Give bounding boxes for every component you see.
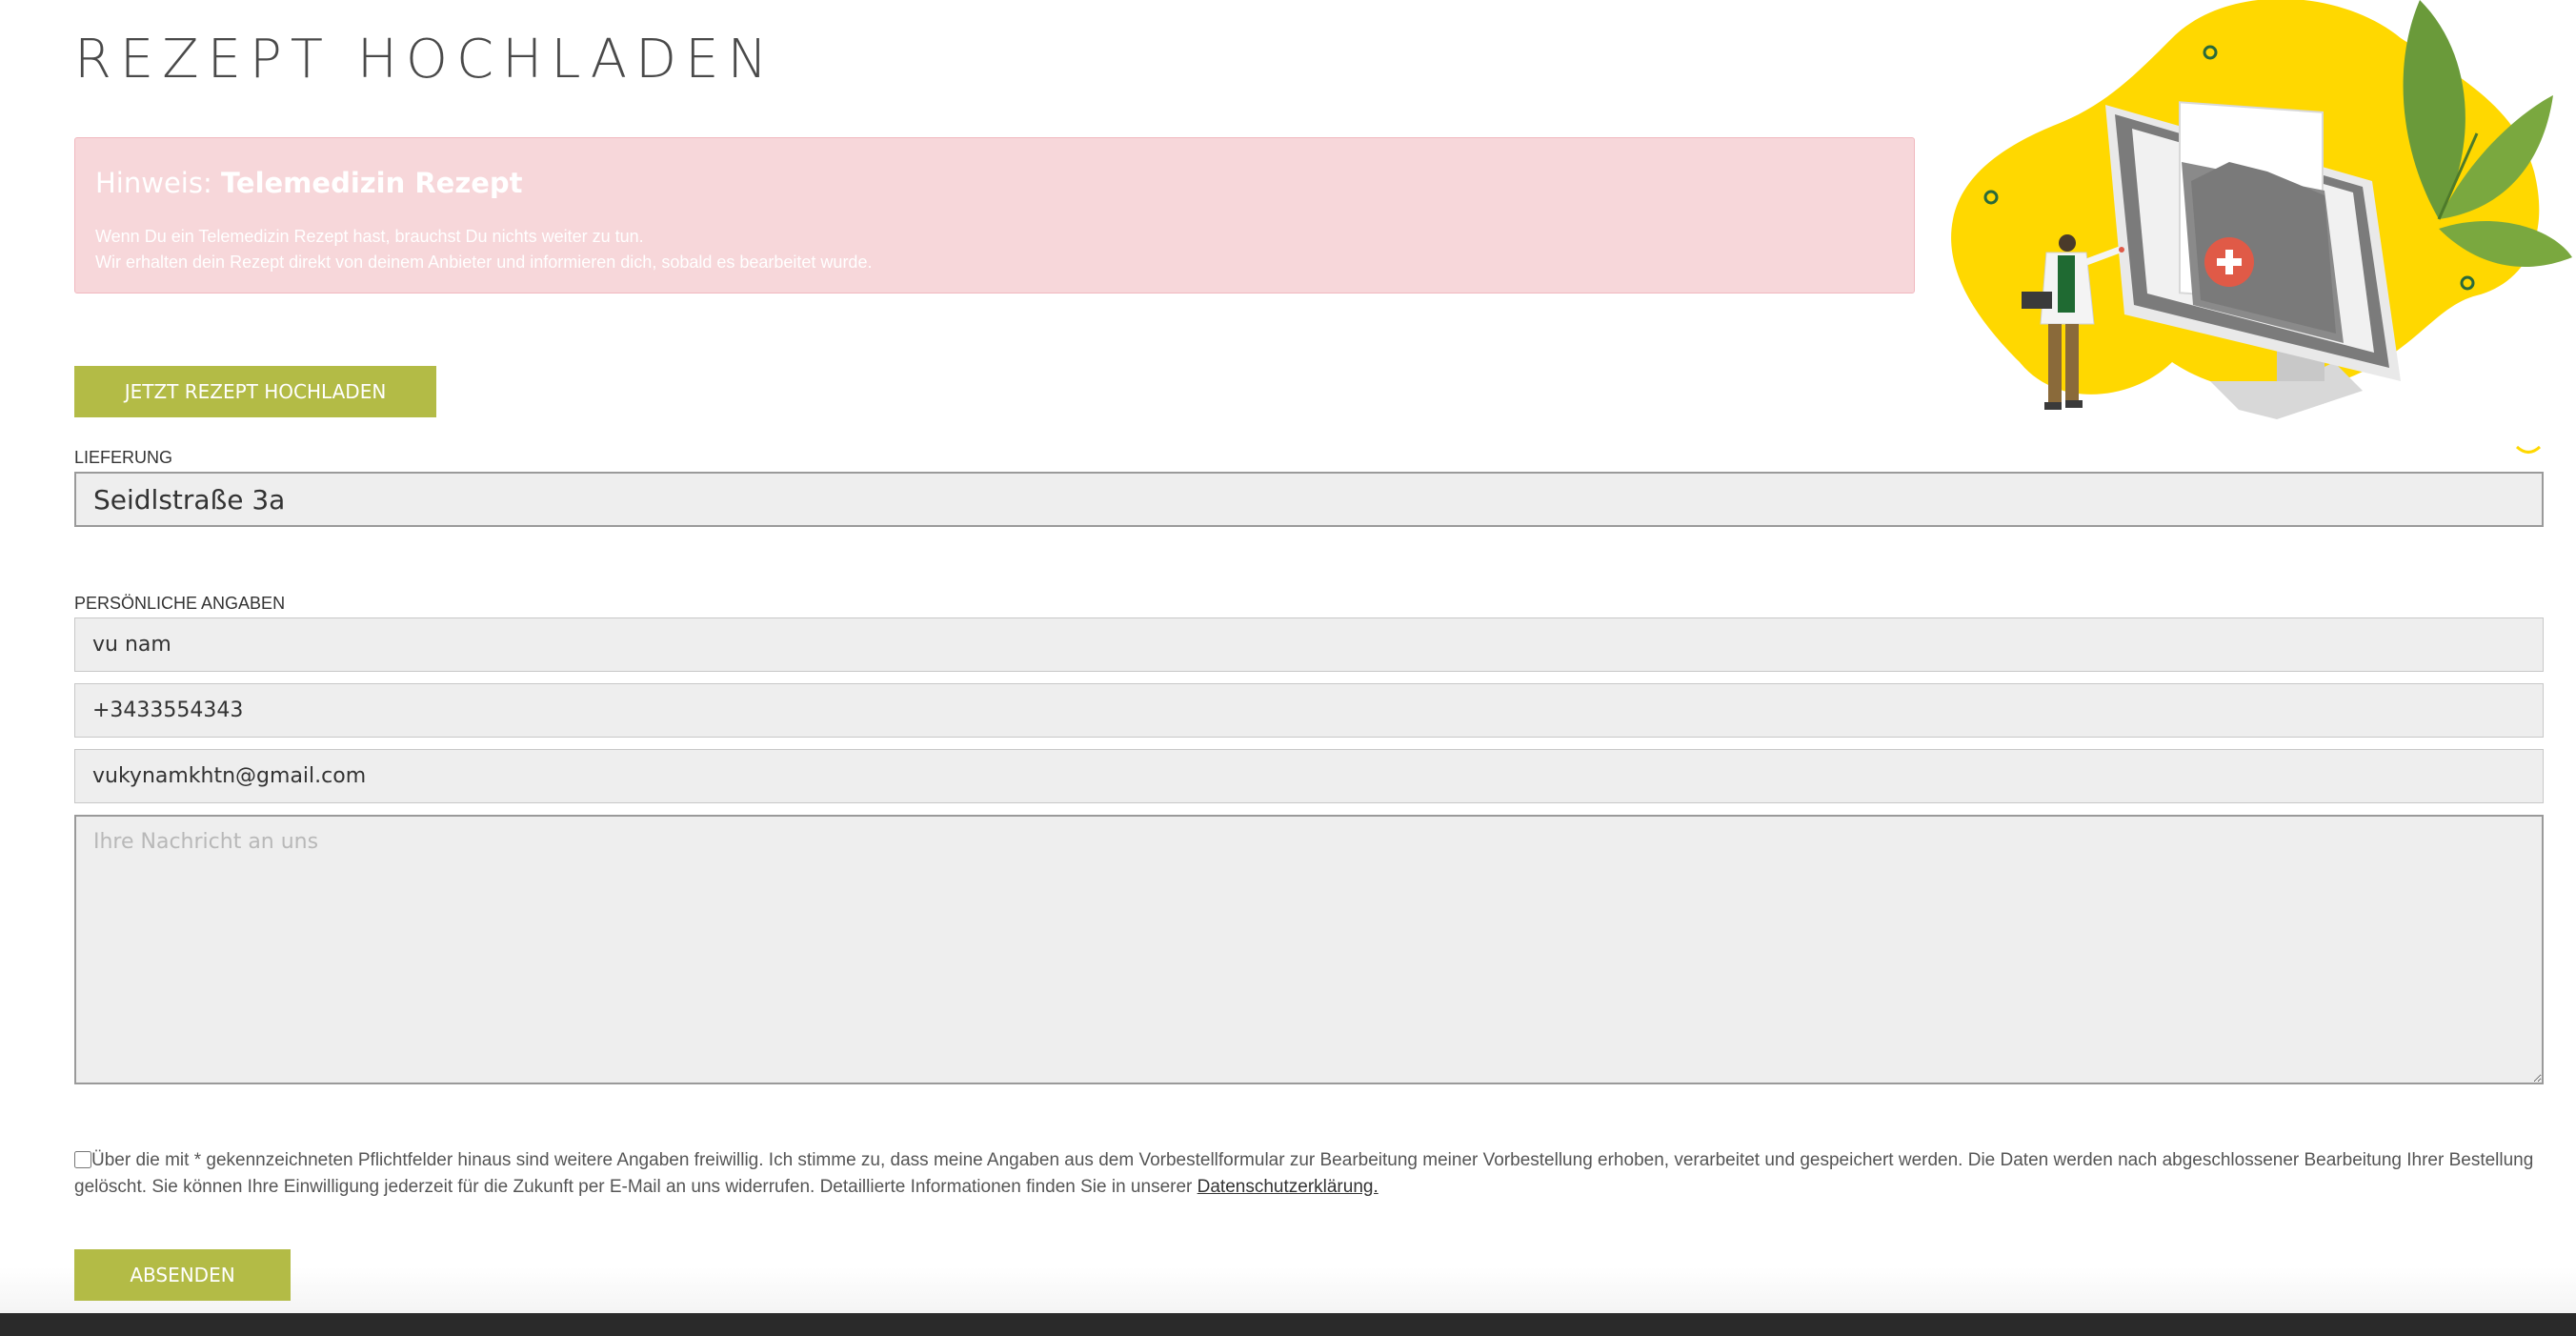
consent-checkbox[interactable] — [74, 1151, 91, 1168]
bottom-fade — [0, 1267, 2576, 1313]
delivery-label: LIEFERUNG — [74, 448, 173, 467]
doctor-monitor-prescription-illustration — [1943, 0, 2576, 438]
privacy-policy-link[interactable]: Datenschutzerklärung. — [1197, 1177, 1379, 1197]
os-taskbar — [0, 1313, 2576, 1336]
telemedicine-notice: Hinweis: Telemedizin Rezept Wenn Du ein … — [74, 137, 1915, 294]
consent-section: Über die mit * gekennzeichneten Pflichtf… — [74, 1147, 2544, 1201]
message-textarea[interactable] — [74, 815, 2544, 1084]
personal-details-label: PERSÖNLICHE ANGABEN — [74, 594, 286, 613]
email-field[interactable] — [74, 749, 2544, 803]
notice-title: Hinweis: Telemedizin Rezept — [95, 167, 1914, 199]
submit-button[interactable]: ABSENDEN — [74, 1249, 291, 1301]
delivery-address-select[interactable] — [74, 472, 2544, 527]
page-title: REZEPT HOCHLADEN — [74, 29, 776, 91]
upload-prescription-button[interactable]: JETZT REZEPT HOCHLADEN — [74, 366, 436, 417]
phone-field[interactable] — [74, 683, 2544, 738]
chevron-down-icon[interactable] — [2515, 444, 2542, 457]
notice-title-bold: Telemedizin Rezept — [220, 167, 523, 199]
notice-line-1: Wenn Du ein Telemedizin Rezept hast, bra… — [95, 227, 644, 246]
name-field[interactable] — [74, 617, 2544, 672]
notice-line-2: Wir erhalten dein Rezept direkt von dein… — [95, 253, 873, 272]
notice-title-prefix: Hinweis: — [95, 167, 212, 199]
consent-text: Über die mit * gekennzeichneten Pflichtf… — [74, 1150, 2533, 1197]
